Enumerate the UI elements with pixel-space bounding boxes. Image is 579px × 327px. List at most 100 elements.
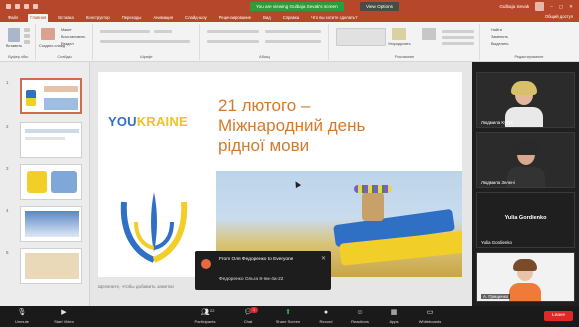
paste-icon[interactable] [8,28,20,42]
tab-slideshow[interactable]: Слайд-шоу [183,14,209,22]
reset-button[interactable]: Восстановить [61,35,85,39]
apps-button[interactable]: ▦ Apps [374,309,414,324]
layout-button[interactable]: Макет [61,28,72,32]
participant-name: Yulia Gordienko [481,240,512,245]
text-direction-button[interactable] [265,30,321,33]
logo-you: YOU [108,114,137,129]
paste-label[interactable]: Вставить [6,44,22,48]
slide-number: 4 [6,208,9,213]
font-family-select[interactable] [100,30,150,33]
share-link[interactable]: Общий доступ [545,14,573,19]
thumb-content [25,129,79,133]
participants-count: 22 [210,308,215,313]
slide-thumbnail-5[interactable] [20,248,82,284]
tab-design[interactable]: Конструктор [84,14,112,22]
align-text-button[interactable] [265,40,321,43]
avatar[interactable] [535,2,545,11]
font-format-buttons[interactable] [100,40,190,43]
editing-group: Найти Заменить Выделить Редактирование [481,24,577,60]
shape-effects-button[interactable] [442,42,474,45]
tab-file[interactable]: Файл [6,14,20,22]
tab-review[interactable]: Рецензирование [217,14,253,22]
youkraine-logo: YOUKRAINE [108,114,188,129]
thumb-content [25,253,79,279]
find-button[interactable]: Найти [491,28,502,32]
chat-button[interactable]: 💬︎ Chat [228,309,268,324]
chat-unread-badge: 1 [250,307,258,313]
editing-group-label: Редактирование [514,55,544,59]
tab-view[interactable]: Вид [261,14,273,22]
slide-thumbnail-1[interactable] [20,78,82,114]
view-options-button[interactable]: View Options [360,2,399,11]
arrange-label[interactable]: Упорядочить [388,42,411,46]
start-video-button[interactable]: ▶ Start Video [44,309,84,324]
flower-wreath [354,185,392,193]
thumb-content [25,211,79,237]
font-size-select[interactable] [154,30,172,33]
format-painter-icon[interactable] [24,40,30,44]
video-tile[interactable]: Yulia Gordienko Yulia Gordienko [476,192,575,248]
leave-button[interactable]: Leave [543,311,573,321]
cut-icon[interactable] [24,28,30,32]
participants-button[interactable]: 👥︎ Participants [185,309,225,324]
whiteboard-icon: ▭ [426,309,434,316]
share-screen-icon: ⬆ [285,309,291,316]
whiteboards-button[interactable]: ▭ Whiteboards [410,309,450,324]
list-buttons[interactable] [207,30,259,33]
shapes-gallery[interactable] [336,28,386,46]
chat-message: Федоренко Ольга 8-ям-4а-22 [219,277,284,282]
copy-icon[interactable] [24,34,30,38]
thumb-photo [44,98,78,110]
share-screen-button[interactable]: ⬆ Share Screen [268,309,308,324]
align-buttons[interactable] [207,40,259,43]
thumb-content [27,171,47,193]
title-line-3: рідної мови [218,136,310,155]
video-tile[interactable]: Людмила Зелені [476,132,575,188]
current-slide[interactable]: YOUKRAINE 21 лютого – Міжнародний день р… [98,72,462,277]
unmute-label: Unmute [14,319,29,324]
undo-icon[interactable] [15,4,20,9]
slide-number: 1 [6,80,9,85]
select-button[interactable]: Выделить [491,42,509,46]
unmute-button[interactable]: 🎙︎ Unmute [2,309,42,324]
participant-name: Людмила Зелені [481,180,515,185]
slide-number: 2 [6,124,9,129]
slides-group: Создать слайд Макет Восстановить Раздел … [37,24,93,60]
powerpoint-titlebar: You are viewing Gulbaja Sevak's screen V… [0,0,579,13]
apps-icon: ▦ [390,309,398,316]
redo-icon[interactable] [24,4,29,9]
slide-thumbnail-2[interactable] [20,122,82,158]
camera-off-icon: ▶ [61,309,67,316]
section-button[interactable]: Раздел [61,42,74,46]
video-tile[interactable]: А. Грищенко [476,252,575,302]
arrange-icon[interactable] [392,28,406,40]
slide-title[interactable]: 21 лютого – Міжнародний день рідної мови [218,96,448,156]
slide-thumbnail-3[interactable] [20,164,82,200]
tab-help[interactable]: Справка [281,14,301,22]
slideshow-icon[interactable] [33,4,38,9]
video-tile[interactable]: Людмила Kyzyk [476,72,575,128]
replace-button[interactable]: Заменить [491,35,508,39]
minimize-icon[interactable]: – [550,4,553,9]
tab-home[interactable]: Главная [28,14,49,22]
thumb-content [51,171,77,193]
chat-notification[interactable]: From Оля Федоренко to Everyone Федоренко… [195,251,331,290]
chat-from: From Оля Федоренко to Everyone [219,257,294,262]
new-slide-icon[interactable] [41,28,55,40]
tab-animations[interactable]: Анимация [151,14,175,22]
close-icon[interactable]: ✕ [569,4,573,10]
quick-styles-icon[interactable] [422,28,436,40]
save-icon[interactable] [6,4,11,9]
tell-me-search[interactable]: Что вы хотите сделать? [309,14,359,22]
notes-placeholder[interactable]: Щелкните, чтобы добавить заметки [98,284,174,289]
slide-thumbnail-4[interactable] [20,206,82,242]
chat-sender-icon [201,259,211,269]
titlebar-right: Gulbaja Sevak – ▢ ✕ [499,2,573,11]
maximize-icon[interactable]: ▢ [559,4,563,10]
close-icon[interactable]: ✕ [321,255,326,262]
shape-fill-button[interactable] [442,30,474,33]
tab-insert[interactable]: Вставка [56,14,76,22]
shape-outline-button[interactable] [442,36,474,39]
zoom-window: You are viewing Gulbaja Sevak's screen V… [0,0,579,327]
tab-transitions[interactable]: Переходы [120,14,144,22]
